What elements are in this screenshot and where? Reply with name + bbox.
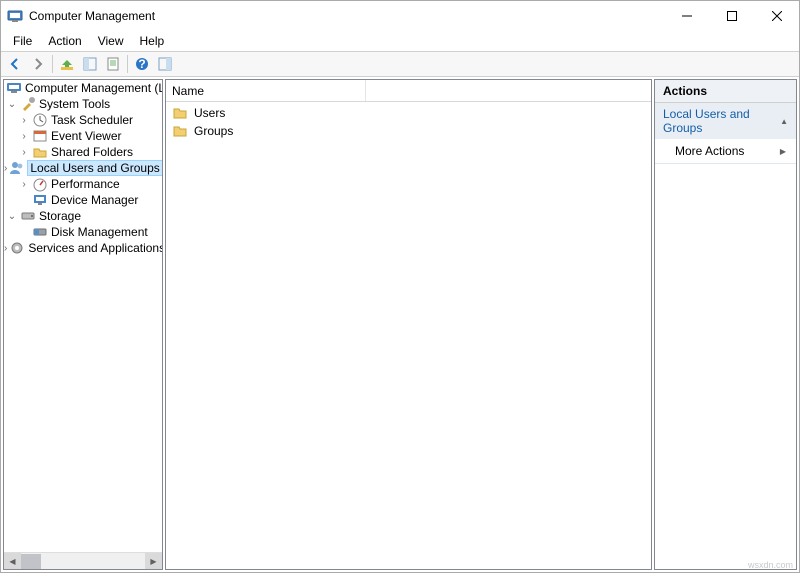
tree-item-disk-management[interactable]: Disk Management — [4, 224, 162, 240]
toolbar: ? — [1, 51, 799, 77]
expand-icon[interactable]: › — [18, 179, 30, 190]
clock-icon — [32, 112, 48, 128]
tree-item-performance[interactable]: › Performance — [4, 176, 162, 192]
tree-item-local-users-and-groups[interactable]: › Local Users and Groups — [4, 160, 162, 176]
actions-item-more-actions[interactable]: More Actions ▶ — [655, 139, 796, 163]
help-button[interactable]: ? — [131, 53, 153, 75]
menubar: File Action View Help — [1, 31, 799, 51]
scroll-left-button[interactable]: ◀ — [4, 553, 21, 570]
tree-label: Storage — [38, 209, 82, 223]
tree-item-storage[interactable]: ⌄ Storage — [4, 208, 162, 224]
tree-item-shared-folders[interactable]: › Shared Folders — [4, 144, 162, 160]
window-controls — [664, 1, 799, 31]
list-pane: Name Users Groups — [165, 79, 652, 570]
tree-label: Disk Management — [50, 225, 149, 239]
tree-item-task-scheduler[interactable]: › Task Scheduler — [4, 112, 162, 128]
tree-label: Event Viewer — [50, 129, 122, 143]
list-header: Name — [166, 80, 651, 102]
watermark: wsxdn.com — [748, 560, 793, 570]
tree-label: Device Manager — [50, 193, 139, 207]
back-button[interactable] — [4, 53, 26, 75]
event-viewer-icon — [32, 128, 48, 144]
list-item-users[interactable]: Users — [170, 104, 647, 122]
tree-item-system-tools[interactable]: ⌄ System Tools — [4, 96, 162, 112]
menu-help[interactable]: Help — [132, 32, 173, 50]
scroll-right-button[interactable]: ▶ — [145, 553, 162, 570]
tree-label: Task Scheduler — [50, 113, 134, 127]
tree-item-services-and-applications[interactable]: › Services and Applications — [4, 240, 162, 256]
actions-title: Actions — [655, 80, 796, 103]
tree-label: Local Users and Groups — [27, 160, 162, 176]
menu-view[interactable]: View — [90, 32, 132, 50]
actions-item-label: More Actions — [675, 144, 744, 158]
forward-button[interactable] — [27, 53, 49, 75]
performance-icon — [32, 176, 48, 192]
actions-group: Local Users and Groups ▲ More Actions ▶ — [655, 103, 796, 164]
tree-label: Computer Management (Local — [24, 81, 162, 95]
titlebar[interactable]: Computer Management — [1, 1, 799, 31]
expand-icon[interactable]: › — [4, 163, 7, 174]
tree-item-event-viewer[interactable]: › Event Viewer — [4, 128, 162, 144]
menu-file[interactable]: File — [5, 32, 40, 50]
folder-icon — [172, 105, 188, 121]
horizontal-scrollbar[interactable]: ◀ ▶ — [4, 552, 162, 569]
expand-icon[interactable]: › — [4, 243, 7, 254]
tree-label: Services and Applications — [27, 241, 162, 255]
users-icon — [9, 160, 25, 176]
chevron-right-icon: ▶ — [780, 147, 786, 156]
shared-folders-icon — [32, 144, 48, 160]
list-item-groups[interactable]: Groups — [170, 122, 647, 140]
actions-pane: Actions Local Users and Groups ▲ More Ac… — [654, 79, 797, 570]
minimize-button[interactable] — [664, 1, 709, 31]
tree-pane: Computer Management (Local ⌄ System Tool… — [3, 79, 163, 570]
close-button[interactable] — [754, 1, 799, 31]
tree-label: System Tools — [38, 97, 111, 111]
tree-item-root[interactable]: Computer Management (Local — [4, 80, 162, 96]
device-manager-icon — [32, 192, 48, 208]
app-icon — [7, 8, 23, 24]
list-item-label: Groups — [194, 124, 233, 138]
column-header-name[interactable]: Name — [166, 80, 366, 101]
expand-icon[interactable]: › — [18, 115, 30, 126]
toolbar-separator — [127, 55, 128, 73]
window-title: Computer Management — [29, 9, 664, 23]
up-button[interactable] — [56, 53, 78, 75]
expand-icon[interactable]: › — [18, 147, 30, 158]
tree-label: Performance — [50, 177, 121, 191]
show-hide-action-pane-button[interactable] — [154, 53, 176, 75]
disk-management-icon — [32, 224, 48, 240]
maximize-button[interactable] — [709, 1, 754, 31]
actions-group-header[interactable]: Local Users and Groups ▲ — [655, 103, 796, 139]
properties-button[interactable] — [102, 53, 124, 75]
show-hide-console-tree-button[interactable] — [79, 53, 101, 75]
actions-group-label: Local Users and Groups — [663, 107, 780, 135]
collapse-icon: ▲ — [780, 117, 788, 126]
body-area: Computer Management (Local ⌄ System Tool… — [1, 77, 799, 572]
scroll-thumb[interactable] — [21, 554, 41, 569]
toolbar-separator — [52, 55, 53, 73]
expand-icon[interactable]: › — [18, 131, 30, 142]
tree-label: Shared Folders — [50, 145, 134, 159]
tree-item-device-manager[interactable]: Device Manager — [4, 192, 162, 208]
menu-action[interactable]: Action — [40, 32, 89, 50]
tools-icon — [20, 96, 36, 112]
storage-icon — [20, 208, 36, 224]
tree-view[interactable]: Computer Management (Local ⌄ System Tool… — [4, 80, 162, 552]
collapse-icon[interactable]: ⌄ — [6, 99, 18, 110]
computer-management-window: Computer Management File Action View Hel… — [0, 0, 800, 573]
svg-text:?: ? — [138, 57, 145, 71]
list-body[interactable]: Users Groups — [166, 102, 651, 569]
services-icon — [9, 240, 25, 256]
computer-icon — [6, 80, 22, 96]
collapse-icon[interactable]: ⌄ — [6, 211, 18, 222]
folder-icon — [172, 123, 188, 139]
list-item-label: Users — [194, 106, 225, 120]
